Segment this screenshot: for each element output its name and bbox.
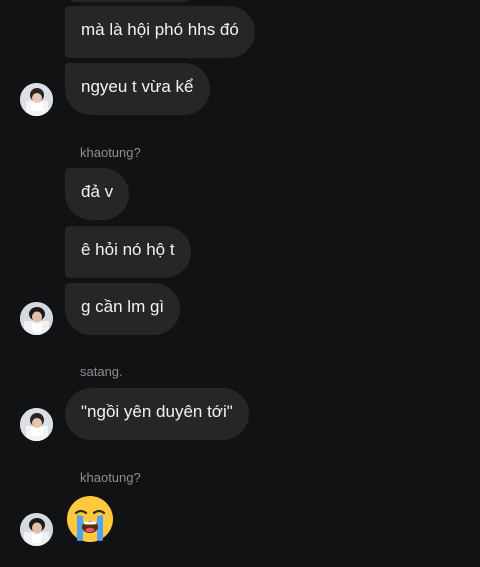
avatar[interactable]: [20, 83, 53, 116]
avatar[interactable]: [20, 513, 53, 546]
sender-name: khaotung?: [80, 470, 141, 485]
message-bubble[interactable]: đả v: [65, 168, 130, 220]
message-bubble[interactable]: g cần lm gì: [65, 283, 181, 335]
avatar[interactable]: [20, 408, 53, 441]
message-bubble[interactable]: "ngồi yên duyên tới": [65, 388, 249, 440]
loudly-crying-face-icon: [67, 496, 113, 542]
avatar[interactable]: [20, 302, 53, 335]
message-bubble-partial: [65, 0, 195, 2]
message-bubble[interactable]: ê hỏi nó hộ t: [65, 226, 191, 278]
loudly-crying-face-emoji-message[interactable]: [65, 494, 115, 544]
message-bubble[interactable]: mà là hội phó hhs đó: [65, 6, 255, 58]
sender-name: khaotung?: [80, 145, 141, 160]
message-bubble[interactable]: ngyeu t vừa kể: [65, 63, 210, 115]
sender-name: satang.: [80, 364, 123, 379]
